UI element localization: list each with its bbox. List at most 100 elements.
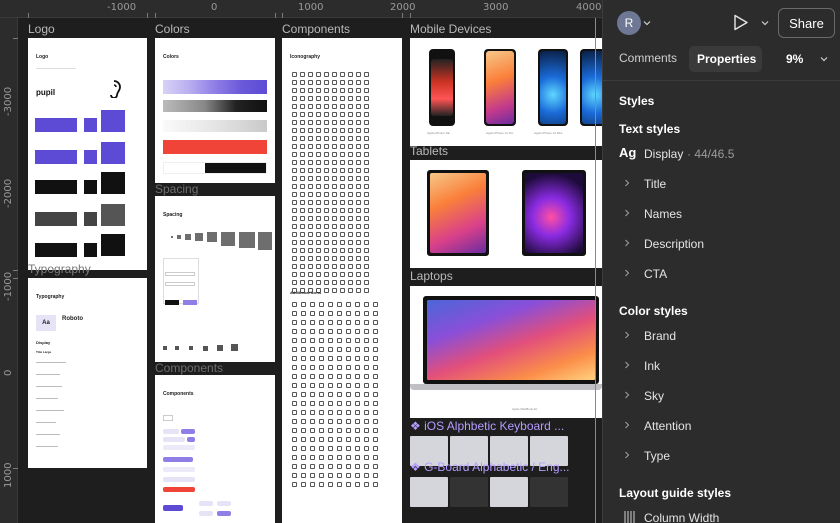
chevron-down-icon[interactable] [820, 55, 828, 63]
text-style-label: Description [644, 237, 705, 251]
text-style-display[interactable]: Display [644, 147, 683, 161]
design-canvas[interactable]: Logo Colors Components Mobile Devices Lo… [0, 0, 602, 523]
gboard-thumb-4[interactable] [530, 477, 568, 507]
frame-label-colors[interactable]: Colors [155, 22, 190, 36]
styles-heading: Styles [619, 94, 655, 108]
frame-label-laptops[interactable]: Laptops [410, 269, 453, 283]
ipad-pro-mockup [522, 170, 586, 256]
ruler-top-label: -1000 [107, 2, 137, 13]
present-play-icon[interactable] [733, 14, 749, 31]
text-style-label: Title [644, 177, 667, 191]
mobile-devices-frame[interactable]: Apple iPhone SE Apple iPhone 11 Pro Appl… [410, 38, 602, 146]
logo-frame[interactable]: Logo pupil [28, 38, 147, 270]
column-grid-icon [624, 511, 635, 523]
tab-properties[interactable]: Properties [697, 52, 756, 66]
text-style-names[interactable]: Names [624, 205, 824, 225]
iphone-12-mini-caption: Apple iPhone 12 Mini [534, 131, 563, 135]
color-style-label: Type [644, 449, 671, 463]
user-avatar[interactable]: R [617, 11, 641, 35]
iphone-11-pro-caption: Apple iPhone 11 Pro [486, 131, 514, 135]
frame-label-typography[interactable]: Typography [28, 262, 91, 276]
color-style-label: Attention [644, 419, 692, 433]
color-style-label: Sky [644, 389, 665, 403]
text-style-description[interactable]: Description [624, 235, 824, 255]
color-style-label: Brand [644, 329, 677, 343]
text-style-title[interactable]: Title [624, 175, 824, 195]
macbook-base [410, 384, 602, 390]
chevron-right-icon [625, 331, 630, 339]
spacing-frame[interactable]: Spacing [155, 196, 275, 366]
color-style-attention[interactable]: Attention [624, 417, 824, 437]
text-style-label: Names [644, 207, 683, 221]
macbook-caption: Apple MacBook Air [512, 407, 538, 411]
iphone-11-pro-mockup [484, 49, 516, 126]
ruler-left-label: 0 [3, 369, 14, 376]
horizontal-ruler: -1000 0 1000 2000 3000 4000 [0, 0, 602, 18]
ipad-mockup [427, 170, 489, 256]
frame-label-spacing[interactable]: Spacing [155, 182, 198, 196]
font-name: Roboto [62, 316, 83, 322]
text-styles-heading: Text styles [619, 122, 681, 136]
chevron-right-icon [625, 451, 630, 459]
vertical-ruler: -3000 -2000 -1000 0 1000 [0, 18, 18, 523]
ios-keyboard-component-label[interactable]: ❖ iOS Alphbetic Keyboard ... [410, 419, 564, 433]
components-frame-title: Components [163, 391, 194, 397]
ruler-left-label: -3000 [3, 86, 14, 116]
text-style-cta[interactable]: CTA [624, 265, 824, 285]
gboard-thumb-3[interactable] [490, 477, 528, 507]
frame-label-tablets[interactable]: Tablets [410, 144, 448, 158]
gboard-thumb-1[interactable] [410, 477, 448, 507]
text-style-display-meta: · 44/46.5 [687, 147, 735, 161]
color-style-label: Ink [644, 359, 661, 373]
laptops-frame[interactable]: Apple MacBook Air [410, 286, 602, 418]
logo-wordmark: pupil [36, 88, 56, 97]
ruler-top-label: 3000 [483, 2, 509, 13]
frame-label-components-secondary[interactable]: Components [155, 361, 223, 375]
share-button[interactable]: Share [778, 8, 835, 38]
chevron-down-icon[interactable] [643, 19, 651, 27]
properties-panel: R Share Comments Properties 9% Styles Te… [602, 0, 840, 523]
iconography-frame[interactable]: Iconography Additional Icons [282, 38, 402, 523]
typography-frame[interactable]: Typography Aa Roboto Display Title Large [28, 278, 147, 468]
spacing-frame-title: Spacing [163, 212, 183, 218]
title-large-sample: Title Large [36, 350, 52, 354]
ruler-left-label: 1000 [3, 462, 14, 488]
colors-frame[interactable]: Colors [155, 38, 275, 186]
colors-frame-title: Colors [163, 54, 179, 60]
font-sample: Aa [36, 315, 56, 331]
gboard-keyboard-component-label[interactable]: ❖ G-Board Alphabetic / Eng... [410, 460, 570, 474]
macbook-screen [423, 296, 599, 384]
tablets-frame[interactable] [410, 160, 602, 268]
gboard-thumb-2[interactable] [450, 477, 488, 507]
layout-style-column-width[interactable]: Column Width [624, 509, 824, 523]
chevron-right-icon [625, 269, 630, 277]
chevron-right-icon [625, 179, 630, 187]
iphone-se-caption: Apple iPhone SE [427, 131, 450, 135]
ruler-top-label: 4000 [576, 2, 602, 13]
ruler-left-label: -2000 [3, 178, 14, 208]
tab-comments[interactable]: Comments [619, 51, 677, 65]
color-style-brand[interactable]: Brand [624, 327, 824, 347]
frame-edge-guide [595, 18, 596, 523]
layout-style-label: Column Width [644, 511, 720, 523]
iconography-frame-title: Iconography [290, 54, 321, 60]
icon-grid [292, 72, 369, 293]
color-styles-heading: Color styles [619, 304, 688, 318]
additional-icons-title: Additional Icons [290, 290, 322, 295]
typography-frame-title: Typography [36, 294, 65, 300]
chevron-right-icon [625, 361, 630, 369]
iphone-se-mockup [429, 49, 455, 126]
chevron-down-icon[interactable] [761, 19, 769, 27]
components-frame[interactable]: Components [155, 375, 275, 523]
ruler-top-label: 2000 [390, 2, 416, 13]
frame-label-mobile-devices[interactable]: Mobile Devices [410, 22, 491, 36]
zoom-level[interactable]: 9% [786, 52, 803, 66]
color-style-type[interactable]: Type [624, 447, 824, 467]
color-style-sky[interactable]: Sky [624, 387, 824, 407]
iphone-12-mini-mockup [538, 49, 568, 126]
text-style-glyph-icon: Ag [619, 145, 637, 160]
frame-label-components[interactable]: Components [282, 22, 350, 36]
frame-label-logo[interactable]: Logo [28, 22, 55, 36]
layout-guide-styles-heading: Layout guide styles [619, 486, 732, 500]
color-style-ink[interactable]: Ink [624, 357, 824, 377]
